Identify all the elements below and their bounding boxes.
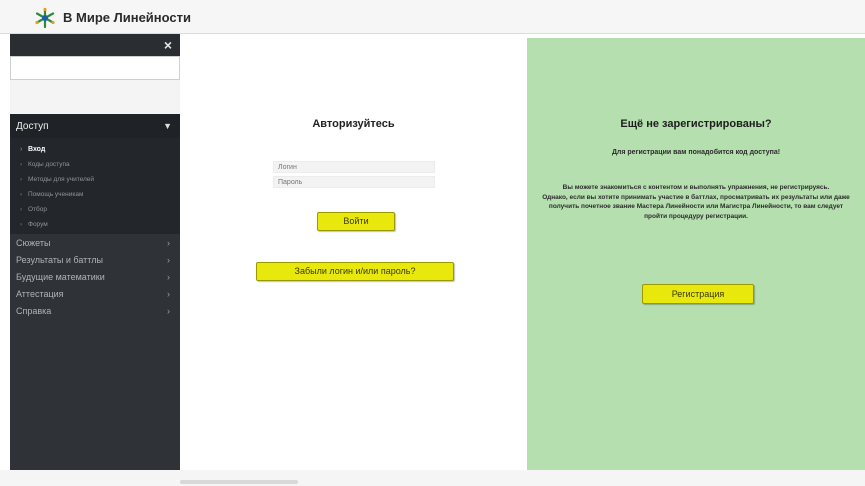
app-window: В Мире Линейности × Доступ ▼ › Вход › Ко…: [0, 0, 865, 486]
chevron-right-icon: ›: [167, 254, 170, 265]
chevron-right-icon: ›: [167, 237, 170, 248]
register-title: Ещё не зарегистрированы?: [620, 118, 772, 130]
bullet-icon: ›: [20, 221, 23, 228]
bullet-icon: ›: [20, 146, 23, 153]
sidebar-item-label: Результаты и баттлы: [16, 254, 103, 265]
login-button[interactable]: Войти: [317, 212, 395, 231]
bullet-icon: ›: [20, 206, 23, 213]
sidebar-section-access[interactable]: Доступ ▼: [10, 114, 180, 138]
sidebar-subitem-forum[interactable]: › Форум: [10, 217, 180, 232]
register-button[interactable]: Регистрация: [642, 284, 754, 304]
sidebar-subitem-label: Форум: [28, 221, 48, 228]
register-text-1: Вы можете знакомиться с контентом и выпо…: [562, 184, 830, 191]
sidebar-subitem-selection[interactable]: › Отбор: [10, 202, 180, 217]
chevron-down-icon: ▼: [163, 121, 172, 131]
sidebar-subitem-students[interactable]: › Помощь ученикам: [10, 187, 180, 202]
sidebar: × Доступ ▼ › Вход › Коды доступа › Метод…: [10, 34, 180, 482]
sidebar-subitem-label: Вход: [28, 146, 46, 153]
sidebar-subitem-label: Коды доступа: [28, 161, 70, 168]
sidebar-item-help[interactable]: Справка ›: [10, 302, 180, 319]
sidebar-item-attestation[interactable]: Аттестация ›: [10, 285, 180, 302]
sidebar-top-bar: ×: [10, 34, 180, 56]
sidebar-subitem-label: Помощь ученикам: [28, 191, 84, 198]
sidebar-item-future-math[interactable]: Будущие математики ›: [10, 268, 180, 285]
top-header: В Мире Линейности: [0, 0, 865, 34]
sidebar-menu: Доступ ▼ › Вход › Коды доступа › Методы …: [10, 114, 180, 319]
sidebar-item-label: Сюжеты: [16, 237, 51, 248]
register-subtitle: Для регистрации вам понадобится код дост…: [611, 149, 781, 156]
sidebar-subitem-login[interactable]: › Вход: [10, 142, 180, 157]
forgot-password-button[interactable]: Забыли логин и/или пароль?: [256, 262, 454, 281]
bullet-icon: ›: [20, 161, 23, 168]
login-panel: Авторизуйтесь Войти Забыли логин и/или п…: [180, 34, 527, 470]
sidebar-spacer: [10, 80, 180, 114]
close-icon[interactable]: ×: [164, 37, 172, 53]
sidebar-item-label: Справка: [16, 305, 52, 316]
register-description: Вы можете знакомиться с контентом и выпо…: [541, 183, 851, 221]
access-submenu: › Вход › Коды доступа › Методы для учите…: [10, 138, 180, 234]
register-panel: Ещё не зарегистрированы? Для регистрации…: [527, 38, 865, 470]
app-title[interactable]: В Мире Линейности: [63, 10, 191, 25]
bullet-icon: ›: [20, 176, 23, 183]
snowflake-logo-icon[interactable]: [34, 7, 56, 29]
bullet-icon: ›: [20, 191, 23, 198]
sidebar-section-label: Доступ: [16, 120, 49, 132]
sidebar-item-plots[interactable]: Сюжеты ›: [10, 234, 180, 251]
sidebar-item-label: Аттестация: [16, 288, 64, 299]
sidebar-item-label: Будущие математики: [16, 271, 105, 282]
sidebar-subitem-label: Методы для учителей: [28, 176, 95, 183]
login-input[interactable]: [273, 161, 435, 173]
sidebar-search-input[interactable]: [10, 56, 180, 80]
login-title: Авторизуйтесь: [312, 118, 395, 130]
sidebar-subitem-teachers[interactable]: › Методы для учителей: [10, 172, 180, 187]
sidebar-subitem-label: Отбор: [28, 206, 47, 213]
bottom-scroll-area: [0, 470, 865, 486]
chevron-right-icon: ›: [167, 271, 170, 282]
chevron-right-icon: ›: [167, 305, 170, 316]
horizontal-scrollbar[interactable]: [180, 480, 298, 484]
password-input[interactable]: [273, 176, 435, 188]
sidebar-item-results[interactable]: Результаты и баттлы ›: [10, 251, 180, 268]
sidebar-subitem-access-codes[interactable]: › Коды доступа: [10, 157, 180, 172]
chevron-right-icon: ›: [167, 288, 170, 299]
register-text-2: Однако, если вы хотите принимать участие…: [542, 193, 850, 220]
